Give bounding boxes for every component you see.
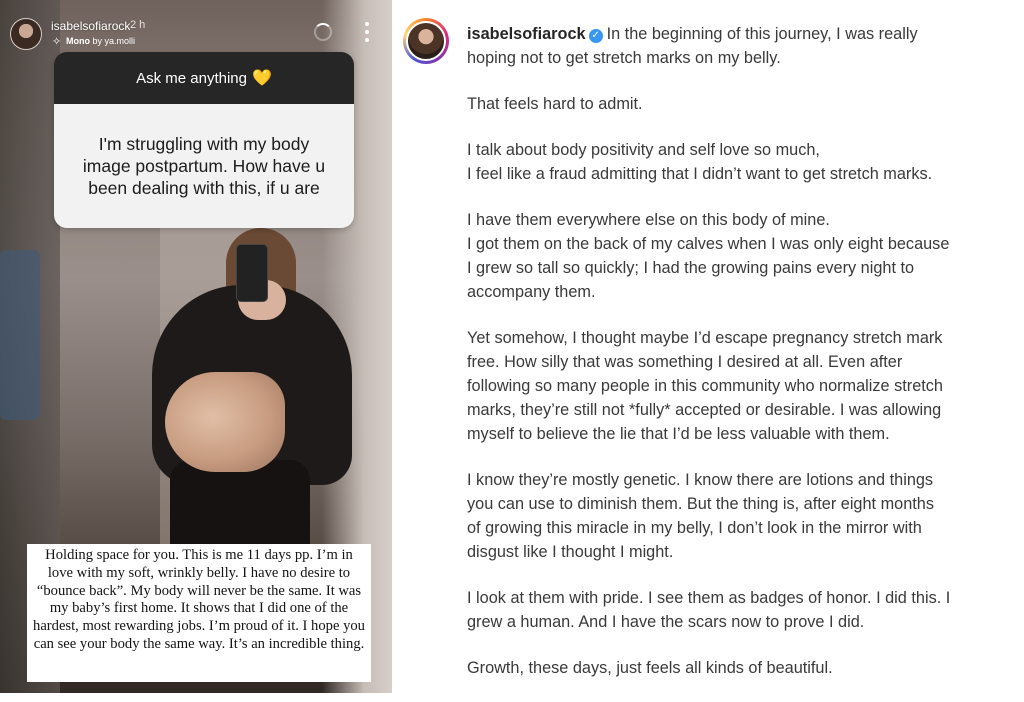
caption-line: you can use to diminish them. But the th…	[467, 495, 934, 513]
caption-line: Yet somehow, I thought maybe I’d escape …	[467, 329, 943, 347]
caption-paragraph: I talk about body positivity and self lo…	[467, 138, 1015, 186]
caption-line: accompany them.	[467, 283, 596, 301]
caption-line: disgust like I thought I might.	[467, 543, 674, 561]
caption-line: I grew so tall so quickly; I had the gro…	[467, 259, 915, 277]
caption-paragraph: Yet somehow, I thought maybe I’d escape …	[467, 326, 1015, 446]
caption-line: Growth, these days, just feels all kinds…	[467, 659, 833, 677]
caption-line: I have them everywhere else on this body…	[467, 211, 830, 229]
caption-line: hoping not to get stretch marks on my be…	[467, 49, 781, 67]
music-credit: by ya.molli	[92, 36, 136, 46]
story-music-label[interactable]: Mono by ya.molli	[66, 36, 135, 46]
post-caption: isabelsofiarock ✓ In the beginning of this…	[467, 22, 1015, 702]
caption-line: grew a human. And I have the scars now t…	[467, 613, 865, 631]
verified-badge-icon: ✓	[588, 29, 603, 43]
caption-line: I talk about body positivity and self lo…	[467, 141, 820, 159]
caption-line: I feel like a fraud admitting that I did…	[467, 165, 933, 183]
more-options-icon[interactable]	[360, 22, 374, 42]
caption-paragraph: I look at them with pride. I see them as…	[467, 586, 1015, 634]
caption-line: following so many people in this communi…	[467, 377, 943, 395]
caption-line: That feels hard to admit.	[467, 95, 643, 113]
story-photo-belly	[165, 372, 285, 472]
caption-paragraph: Growth, these days, just feels all kinds…	[467, 656, 1015, 680]
story-timestamp: 2 h	[130, 19, 146, 31]
music-sparkle-icon: ✧	[52, 36, 62, 48]
post-avatar[interactable]	[406, 21, 446, 61]
story-panel: isabelsofiarock 2 h ✧ Mono by ya.molli A…	[0, 0, 392, 693]
story-username[interactable]: isabelsofiarock	[51, 19, 130, 33]
caption-line: I look at them with pride. I see them as…	[467, 589, 951, 607]
yellow-heart-icon: 💛	[251, 70, 272, 87]
loading-spinner-icon	[314, 23, 332, 41]
caption-line: marks, they’re still not *fully* accepte…	[467, 401, 942, 419]
caption-line: I know they’re mostly genetic. I know th…	[467, 471, 934, 489]
post-username[interactable]: isabelsofiarock	[467, 25, 586, 43]
story-caption: Holding space for you. This is me 11 day…	[27, 544, 371, 682]
caption-paragraph: I know they’re mostly genetic. I know th…	[467, 468, 1015, 564]
question-sticker-title: Ask me anything	[136, 69, 247, 87]
caption-line: of growing this miracle in my belly, I d…	[467, 519, 922, 537]
question-sticker-header: Ask me anything 💛	[54, 52, 354, 104]
question-sticker[interactable]: Ask me anything 💛 I'm struggling with my…	[54, 52, 354, 228]
caption-paragraph: isabelsofiarock ✓ In the beginning of this…	[467, 22, 1015, 70]
post-avatar-ring[interactable]	[403, 18, 449, 64]
caption-line: I got them on the back of my calves when…	[467, 235, 950, 253]
story-photo-phone	[236, 244, 268, 302]
post-panel: isabelsofiarock ✓ In the beginning of this…	[394, 0, 1024, 693]
story-background-jacket	[0, 250, 40, 420]
caption-paragraph: That feels hard to admit.	[467, 92, 1015, 116]
question-sticker-text: I'm struggling with my body image postpa…	[54, 104, 354, 228]
caption-line: In the beginning of this journey, I was …	[606, 25, 918, 43]
music-title: Mono	[66, 36, 90, 46]
caption-line: myself to believe the lie that I’d be le…	[467, 425, 890, 443]
story-header: isabelsofiarock 2 h ✧ Mono by ya.molli	[0, 0, 392, 50]
caption-line: free. How silly that was something I des…	[467, 353, 903, 371]
caption-paragraph: I have them everywhere else on this body…	[467, 208, 1015, 304]
story-avatar[interactable]	[10, 18, 42, 50]
